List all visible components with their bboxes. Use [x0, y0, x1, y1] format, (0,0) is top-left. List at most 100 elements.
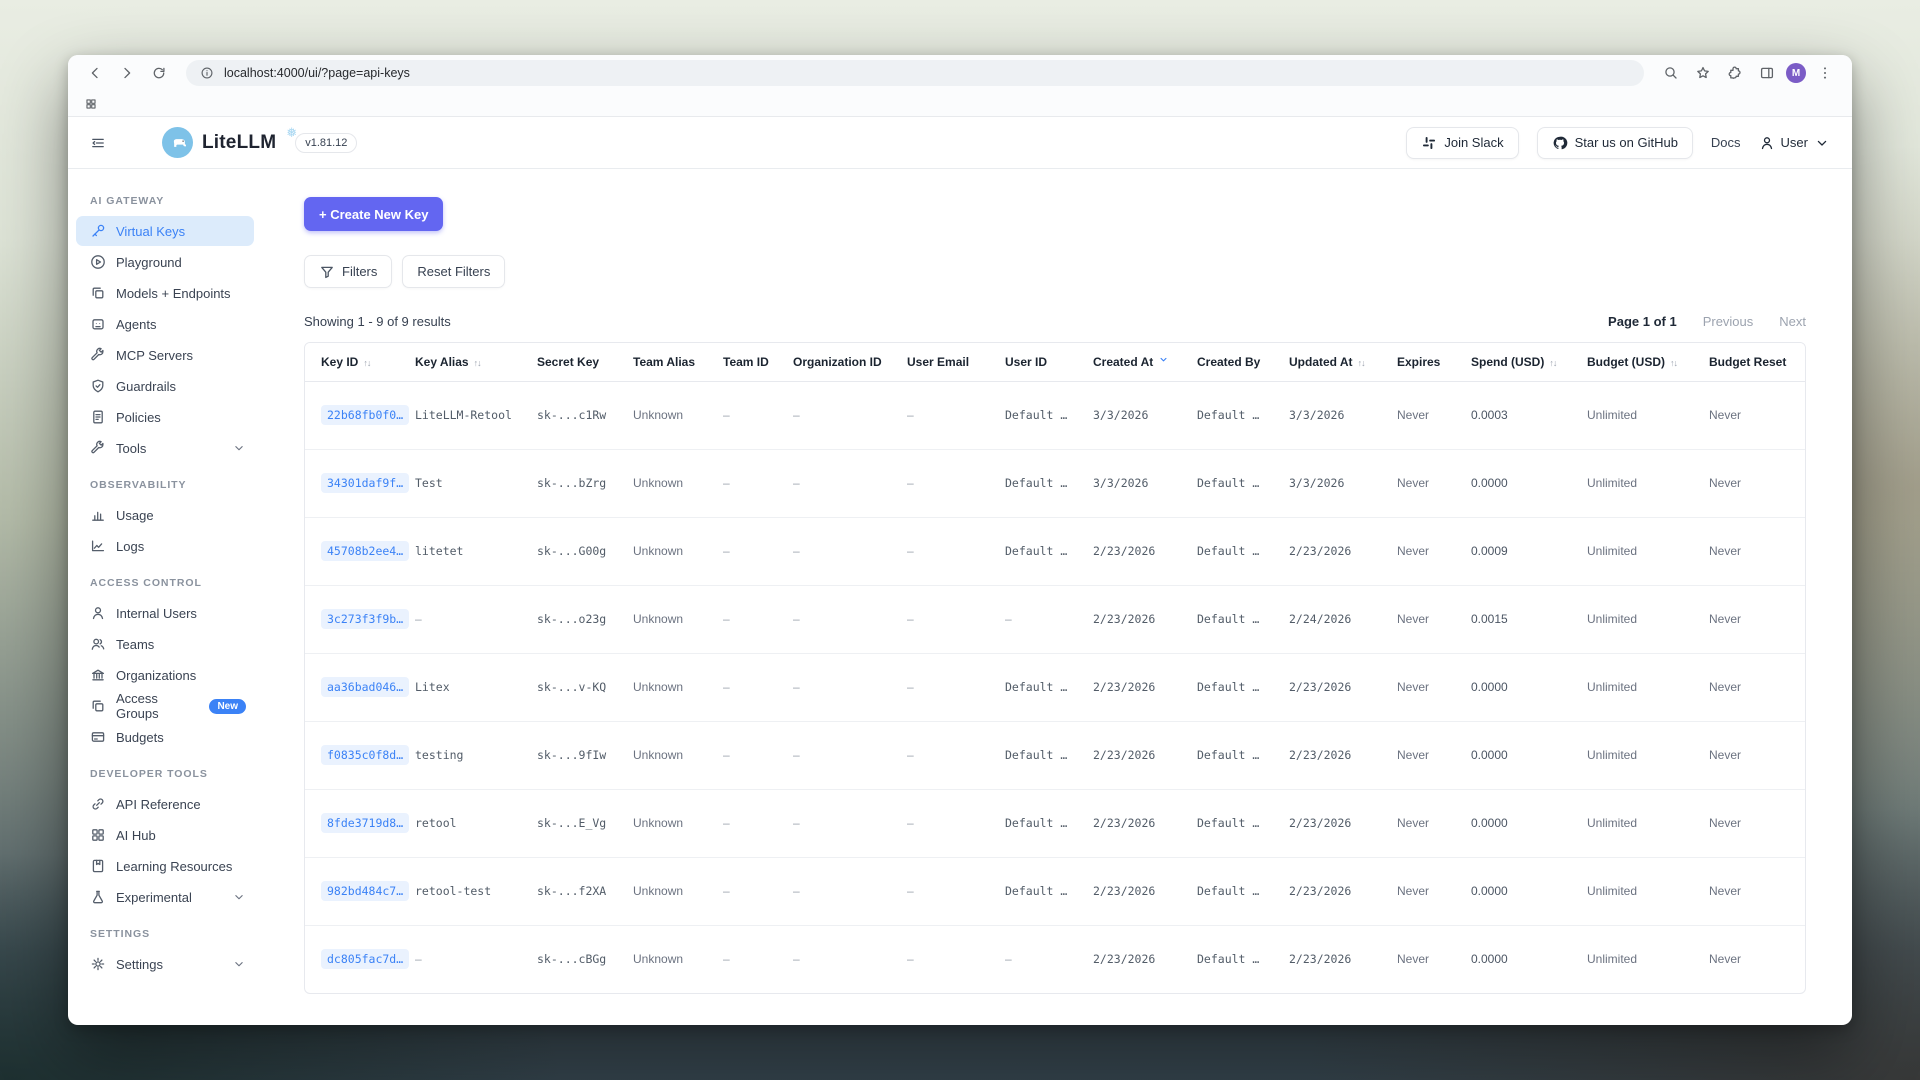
- sidebar-item-logs[interactable]: Logs: [76, 531, 254, 561]
- sidebar-item-policies[interactable]: Policies: [76, 402, 254, 432]
- key-id-link[interactable]: 982bd484c7…: [321, 881, 409, 901]
- key-id-link[interactable]: aa36bad046…: [321, 677, 409, 697]
- sidebar-item-usage[interactable]: Usage: [76, 500, 254, 530]
- profile-avatar[interactable]: M: [1786, 63, 1806, 83]
- cell-organization-id: –: [793, 925, 907, 993]
- sort-arrows-icon[interactable]: ↑↓: [363, 358, 370, 368]
- cell-updated-at: 2/23/2026: [1289, 857, 1397, 925]
- cell-user-email: –: [907, 789, 1005, 857]
- column-header-key-id[interactable]: Key ID↑↓: [305, 343, 415, 381]
- column-header-organization-id: Organization ID: [793, 343, 907, 381]
- key-id-link[interactable]: 22b68fb0f0…: [321, 405, 409, 425]
- sidebar-item-access-groups[interactable]: Access GroupsNew: [76, 691, 254, 721]
- table-row: 34301daf9f…Testsk-...bZrgUnknown–––Defau…: [305, 449, 1805, 517]
- column-header-spend-usd[interactable]: Spend (USD)↑↓: [1471, 343, 1587, 381]
- key-id-link[interactable]: dc805fac7d…: [321, 949, 409, 969]
- brand-name: LiteLLM: [202, 132, 276, 154]
- sidebar-item-guardrails[interactable]: Guardrails: [76, 371, 254, 401]
- table-row: 982bd484c7…retool-testsk-...f2XAUnknown–…: [305, 857, 1805, 925]
- site-info-icon[interactable]: [198, 64, 216, 82]
- sidebar-item-internal-users[interactable]: Internal Users: [76, 598, 254, 628]
- sort-arrows-icon[interactable]: ↑↓: [1358, 358, 1365, 368]
- sidebar-item-tools[interactable]: Tools: [76, 433, 254, 463]
- cell-secret-key: sk-...v-KQ: [537, 653, 633, 721]
- sidebar-collapse-icon[interactable]: [90, 132, 112, 154]
- sidebar-item-learning-resources[interactable]: Learning Resources: [76, 851, 254, 881]
- browser-menu-icon[interactable]: [1812, 60, 1838, 86]
- cell-key-alias: litetet: [415, 517, 537, 585]
- column-header-key-alias[interactable]: Key Alias↑↓: [415, 343, 537, 381]
- key-id-link[interactable]: 45708b2ee4…: [321, 541, 409, 561]
- sort-chevron-down-icon[interactable]: [1158, 354, 1169, 365]
- users-icon: [90, 636, 106, 652]
- key-id-link[interactable]: f0835c0f8d…: [321, 745, 409, 765]
- sort-arrows-icon[interactable]: ↑↓: [474, 358, 481, 368]
- key-id-link[interactable]: 3c273f3f9b…: [321, 609, 409, 629]
- apps-grid-icon[interactable]: [82, 95, 100, 113]
- forward-icon[interactable]: [114, 60, 140, 86]
- robot-icon: [90, 316, 106, 332]
- wrench-icon: [90, 440, 106, 456]
- cell-secret-key: sk-...cBGg: [537, 925, 633, 993]
- sidebar-item-label: Access Groups: [116, 691, 193, 721]
- filters-button[interactable]: Filters: [304, 255, 392, 288]
- column-header-team-id: Team ID: [723, 343, 793, 381]
- previous-page-button[interactable]: Previous: [1703, 314, 1754, 329]
- sidebar-item-settings[interactable]: Settings: [76, 949, 254, 979]
- sidebar-item-experimental[interactable]: Experimental: [76, 882, 254, 912]
- sidebar-item-mcp-servers[interactable]: MCP Servers: [76, 340, 254, 370]
- cell-organization-id: –: [793, 517, 907, 585]
- sidebar-item-models-endpoints[interactable]: Models + Endpoints: [76, 278, 254, 308]
- cell-user-id: –: [1005, 925, 1093, 993]
- chevron-down-icon: [1814, 135, 1830, 151]
- extensions-icon[interactable]: [1722, 60, 1748, 86]
- cell-created-at: 2/23/2026: [1093, 517, 1197, 585]
- cell-expires: Never: [1397, 381, 1471, 449]
- back-icon[interactable]: [82, 60, 108, 86]
- sort-arrows-icon[interactable]: ↑↓: [1549, 358, 1556, 368]
- funnel-icon: [319, 264, 335, 280]
- cell-created-by: Default …: [1197, 517, 1289, 585]
- key-id-link[interactable]: 8fde3719d8…: [321, 813, 409, 833]
- column-header-created-at[interactable]: Created At: [1093, 343, 1197, 381]
- cell-organization-id: –: [793, 381, 907, 449]
- sidebar-item-virtual-keys[interactable]: Virtual Keys: [76, 216, 254, 246]
- sidebar-item-api-reference[interactable]: API Reference: [76, 789, 254, 819]
- bookmark-star-icon[interactable]: [1690, 60, 1716, 86]
- column-header-budget-usd[interactable]: Budget (USD)↑↓: [1587, 343, 1709, 381]
- cell-expires: Never: [1397, 585, 1471, 653]
- sidebar-item-ai-hub[interactable]: AI Hub: [76, 820, 254, 850]
- sidebar-item-teams[interactable]: Teams: [76, 629, 254, 659]
- sort-arrows-icon[interactable]: ↑↓: [1670, 358, 1677, 368]
- table-row: 22b68fb0f0…LiteLLM-Retoolsk-...c1RwUnkno…: [305, 381, 1805, 449]
- cell-team-alias: Unknown: [633, 449, 723, 517]
- cell-expires: Never: [1397, 789, 1471, 857]
- create-new-key-button[interactable]: + Create New Key: [304, 197, 443, 231]
- cell-team-alias: Unknown: [633, 857, 723, 925]
- cell-organization-id: –: [793, 721, 907, 789]
- url-bar[interactable]: localhost:4000/ui/?page=api-keys: [186, 60, 1644, 86]
- user-menu[interactable]: User: [1759, 135, 1830, 151]
- zoom-icon[interactable]: [1658, 60, 1684, 86]
- join-slack-button[interactable]: Join Slack: [1406, 127, 1518, 159]
- docs-link[interactable]: Docs: [1711, 135, 1741, 150]
- cell-created-at: 2/23/2026: [1093, 585, 1197, 653]
- star-github-button[interactable]: Star us on GitHub: [1537, 127, 1693, 159]
- sidebar-item-organizations[interactable]: Organizations: [76, 660, 254, 690]
- cell-updated-at: 2/23/2026: [1289, 789, 1397, 857]
- reload-icon[interactable]: [146, 60, 172, 86]
- cell-created-by: Default …: [1197, 721, 1289, 789]
- reset-filters-button[interactable]: Reset Filters: [402, 255, 505, 288]
- cell-updated-at: 2/23/2026: [1289, 721, 1397, 789]
- cell-user-email: –: [907, 585, 1005, 653]
- side-panel-icon[interactable]: [1754, 60, 1780, 86]
- cell-created-at: 2/23/2026: [1093, 653, 1197, 721]
- column-header-updated-at[interactable]: Updated At↑↓: [1289, 343, 1397, 381]
- cell-key-id: 22b68fb0f0…: [305, 381, 415, 449]
- cell-budget-reset: Never: [1709, 925, 1805, 993]
- next-page-button[interactable]: Next: [1779, 314, 1806, 329]
- sidebar-item-budgets[interactable]: Budgets: [76, 722, 254, 752]
- key-id-link[interactable]: 34301daf9f…: [321, 473, 409, 493]
- sidebar-item-playground[interactable]: Playground: [76, 247, 254, 277]
- sidebar-item-agents[interactable]: Agents: [76, 309, 254, 339]
